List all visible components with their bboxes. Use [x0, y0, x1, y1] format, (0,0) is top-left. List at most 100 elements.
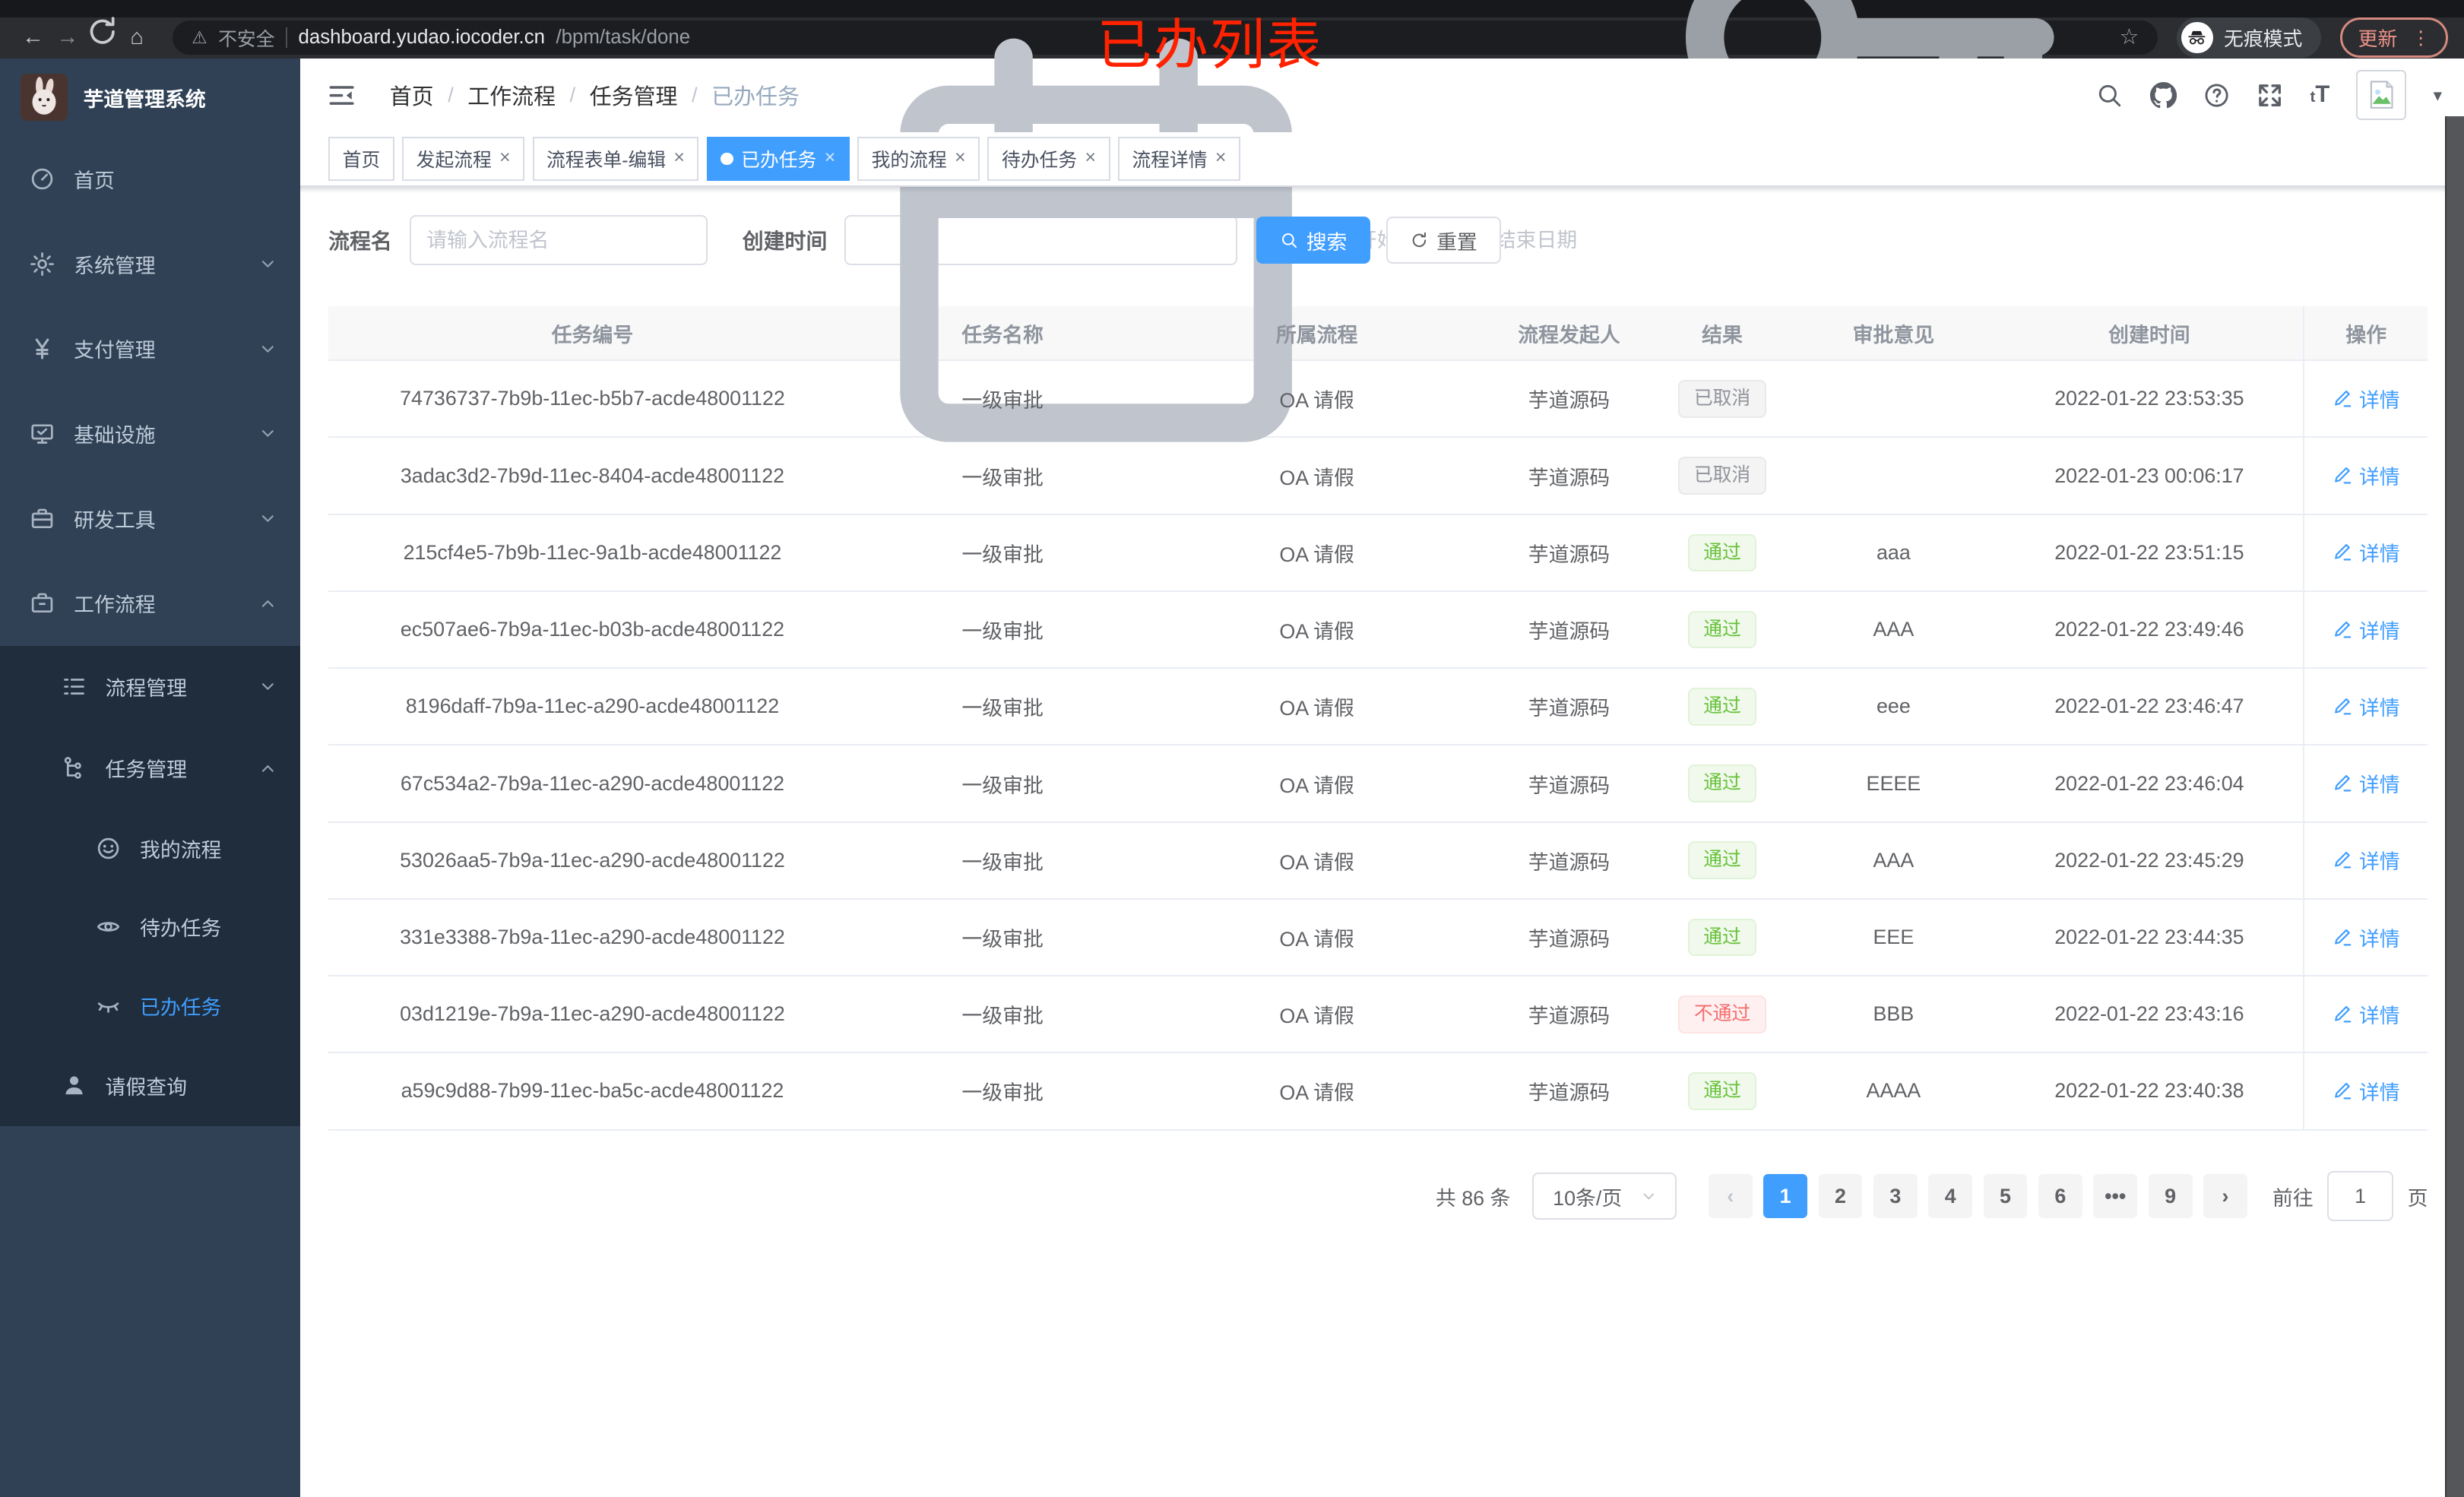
incognito-icon — [2181, 21, 2213, 54]
process-cell: OA 请假 — [1148, 745, 1485, 823]
page-button-6[interactable]: 6 — [2038, 1174, 2082, 1219]
created-time-cell: 2022-01-22 23:51:15 — [1995, 514, 2304, 592]
sidebar-item-我的流程[interactable]: 我的流程 — [0, 809, 300, 888]
detail-link[interactable]: 详情 — [2333, 537, 2400, 567]
detail-link[interactable]: 详情 — [2333, 460, 2400, 490]
breadcrumb-item-已办任务: 已办任务 — [711, 85, 800, 110]
update-button[interactable]: 更新 ⋮ — [2339, 17, 2449, 59]
sidebar-item-label: 工作流程 — [74, 593, 156, 617]
more-pages-button[interactable]: ••• — [2093, 1174, 2138, 1219]
browser-menu-icon[interactable]: ⋮ — [2412, 27, 2431, 49]
collapse-sidebar-icon[interactable] — [328, 82, 355, 109]
detail-link[interactable]: 详情 — [2333, 1076, 2400, 1106]
result-badge: 通过 — [1687, 1072, 1757, 1110]
reset-button[interactable]: 重置 — [1386, 217, 1501, 264]
tab-我的流程[interactable]: 我的流程 × — [857, 136, 980, 181]
top-navbar: 首页 / 工作流程 / 任务管理 / 已办任务 tT ▾ — [299, 58, 2464, 132]
page-button-5[interactable]: 5 — [1983, 1174, 2028, 1219]
sidebar-item-首页[interactable]: 首页 — [0, 137, 300, 222]
sidebar-item-支付管理[interactable]: 支付管理 — [0, 306, 300, 391]
help-icon[interactable] — [2203, 82, 2230, 109]
tab-close-icon[interactable]: × — [1085, 149, 1096, 168]
tab-流程表单-编辑[interactable]: 流程表单-编辑 × — [532, 136, 699, 181]
font-size-icon[interactable]: tT — [2310, 82, 2330, 109]
chevron-down-icon[interactable]: ▾ — [2434, 85, 2442, 106]
jump-page-input[interactable] — [2327, 1171, 2393, 1222]
tab-close-icon[interactable]: × — [825, 149, 835, 168]
back-icon[interactable]: ← — [16, 19, 50, 57]
sidebar-item-系统管理[interactable]: 系统管理 — [0, 222, 300, 307]
fullscreen-icon[interactable] — [2257, 82, 2283, 109]
page-button-1[interactable]: 1 — [1763, 1174, 1808, 1219]
tab-发起流程[interactable]: 发起流程 × — [402, 136, 525, 181]
detail-link[interactable]: 详情 — [2333, 845, 2400, 875]
tab-close-icon[interactable]: × — [1215, 149, 1226, 168]
sidebar-item-工作流程[interactable]: 工作流程 — [0, 561, 300, 646]
breadcrumb-item-任务管理[interactable]: 任务管理 — [590, 79, 678, 111]
tab-close-icon[interactable]: × — [499, 149, 510, 168]
tab-label: 流程详情 — [1132, 150, 1208, 171]
pen-icon — [2333, 465, 2353, 486]
detail-link[interactable]: 详情 — [2333, 384, 2400, 413]
result-cell: 不通过 — [1653, 976, 1791, 1054]
avatar[interactable] — [2356, 70, 2407, 121]
window-scrollbar[interactable] — [2445, 116, 2464, 1497]
detail-link-label: 详情 — [2358, 1004, 2400, 1027]
task-name-cell: 一级审批 — [856, 514, 1149, 592]
bookmark-star-icon[interactable]: ☆ — [2119, 27, 2139, 49]
sidebar-item-label: 我的流程 — [139, 838, 222, 862]
action-cell: 详情 — [2303, 821, 2428, 900]
created-time-cell: 2022-01-22 23:44:35 — [1995, 898, 2304, 977]
detail-link[interactable]: 详情 — [2333, 615, 2400, 644]
chevron-down-icon — [259, 340, 277, 358]
sidebar-item-流程管理[interactable]: 流程管理 — [0, 646, 300, 728]
tab-close-icon[interactable]: × — [673, 149, 684, 168]
sidebar-item-研发工具[interactable]: 研发工具 — [0, 476, 300, 561]
table-row: 74736737-7b9b-11ec-b5b7-acde48001122 一级审批… — [328, 360, 2428, 438]
tab-流程详情[interactable]: 流程详情 × — [1117, 136, 1240, 181]
breadcrumb-item-工作流程[interactable]: 工作流程 — [467, 79, 556, 111]
sidebar-item-待办任务[interactable]: 待办任务 — [0, 888, 300, 966]
date-range-picker[interactable]: - — [844, 38, 1596, 442]
home-icon[interactable]: ⌂ — [119, 19, 154, 57]
sidebar-item-基础设施[interactable]: 基础设施 — [0, 391, 300, 476]
page-button-4[interactable]: 4 — [1928, 1174, 1973, 1219]
chevron-down-icon — [259, 425, 277, 442]
page-size-select[interactable]: 10条/页 — [1532, 1173, 1677, 1220]
process-name-input[interactable] — [409, 215, 708, 266]
task-name-cell: 一级审批 — [856, 821, 1149, 900]
page-button-2[interactable]: 2 — [1818, 1174, 1863, 1219]
forward-icon[interactable]: → — [50, 19, 84, 57]
sidebar-item-请假查询[interactable]: 请假查询 — [0, 1045, 300, 1127]
sidebar-item-任务管理[interactable]: 任务管理 — [0, 727, 300, 809]
table-row: 53026aa5-7b9a-11ec-a290-acde48001122 一级审批… — [328, 821, 2428, 900]
next-page-button[interactable]: › — [2203, 1174, 2247, 1219]
tab-首页[interactable]: 首页 — [328, 136, 394, 181]
search-button[interactable]: 搜索 — [1256, 217, 1371, 264]
page-button-9[interactable]: 9 — [2148, 1174, 2193, 1219]
detail-link[interactable]: 详情 — [2333, 999, 2400, 1029]
sidebar-item-已办任务[interactable]: 已办任务 — [0, 966, 300, 1044]
tab-close-icon[interactable]: × — [955, 149, 965, 168]
detail-link[interactable]: 详情 — [2333, 923, 2400, 952]
sidebar-item-label: 首页 — [74, 169, 115, 193]
result-badge: 通过 — [1687, 841, 1757, 880]
detail-link[interactable]: 详情 — [2333, 768, 2400, 798]
page-button-3[interactable]: 3 — [1873, 1174, 1918, 1219]
eye-closed-icon — [96, 993, 121, 1018]
breadcrumb-item-首页[interactable]: 首页 — [390, 79, 434, 111]
prev-page-button[interactable]: ‹ — [1708, 1174, 1753, 1219]
detail-link[interactable]: 详情 — [2333, 692, 2400, 721]
github-icon[interactable] — [2149, 81, 2177, 109]
detail-link-label: 详情 — [2358, 696, 2400, 720]
tab-待办任务[interactable]: 待办任务 × — [987, 136, 1110, 181]
chevron-down-icon — [259, 255, 277, 273]
pen-icon — [2333, 542, 2353, 562]
table-row: 8196daff-7b9a-11ec-a290-acde48001122 一级审批… — [328, 668, 2428, 746]
initiator-cell: 芋道源码 — [1484, 821, 1654, 900]
reload-icon[interactable] — [85, 14, 119, 62]
comment-cell: eee — [1791, 668, 1996, 746]
page-size-value: 10条/页 — [1553, 1186, 1623, 1210]
tab-已办任务[interactable]: 已办任务 × — [706, 136, 850, 181]
search-icon[interactable] — [2096, 82, 2123, 109]
